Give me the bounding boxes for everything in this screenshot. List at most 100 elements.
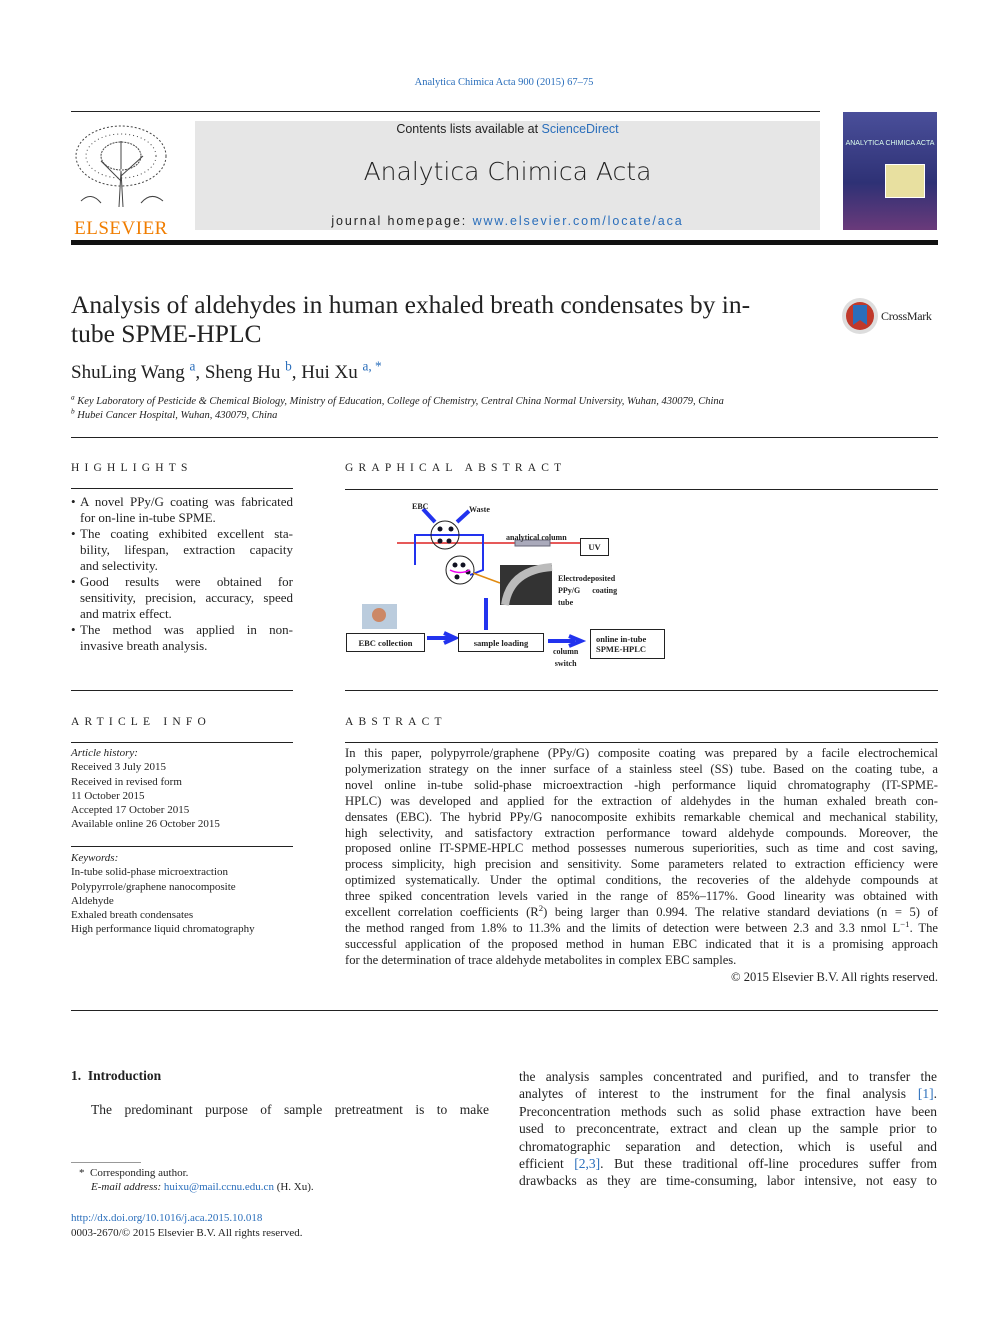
text-segment: proposed online IT-SPME-HPLC method poss… — [345, 841, 938, 856]
text-segment: excellent correlation coefficients (R — [345, 905, 539, 920]
text-line: polymerization strategy on the inner sur… — [345, 762, 938, 778]
text-segment: . But these traditional off-line procedu… — [600, 1156, 937, 1172]
highlight-line: bility, lifespan, extraction capacity — [80, 542, 293, 557]
divider — [71, 690, 293, 691]
text-line: efficient [2,3]. But these traditional o… — [519, 1155, 937, 1172]
text-segment: densates (EBC). The hybrid PPy/G nanocom… — [345, 809, 938, 824]
highlight-item: The coating exhibited excellent sta-bili… — [71, 526, 293, 574]
text-line: three spiked concentration levels varied… — [345, 889, 938, 905]
online-spme-hplc-box: online in-tube SPME-HPLC — [590, 629, 665, 659]
keywords-label: Keywords: — [71, 852, 119, 864]
graphical-abstract-heading: GRAPHICAL ABSTRACT — [345, 462, 567, 474]
text-segment: drawbacks as they are time-consuming, la… — [519, 1173, 937, 1189]
text-segment: three spiked concentration levels varied… — [345, 889, 938, 904]
highlight-line: and matrix effect. — [80, 606, 172, 621]
text-line: chromatographic separation and detection… — [519, 1138, 937, 1155]
contents-prefix: Contents lists available at — [396, 122, 542, 136]
contents-line: Contents lists available at ScienceDirec… — [195, 122, 820, 136]
text-line: successful application of the proposed m… — [345, 937, 938, 953]
keywords: Keywords: In-tube solid-phase microextra… — [71, 851, 255, 937]
affiliation-marker: b — [71, 406, 75, 416]
divider — [345, 690, 938, 691]
elsevier-wordmark: ELSEVIER — [74, 218, 168, 239]
keyword: Exhaled breath condensates — [71, 909, 194, 922]
title-line: Analysis of aldehydes in human exhaled b… — [71, 290, 751, 319]
highlight-line: A novel PPy/G coating was fabricated — [80, 494, 293, 509]
intro-paragraph-right: the analysis samples concentrated and pu… — [519, 1068, 937, 1190]
text-segment: high selectivity, and satisfactory extra… — [345, 825, 938, 840]
text-line: Preconcentration methods such as solid p… — [519, 1103, 937, 1120]
sciencedirect-link[interactable]: ScienceDirect — [542, 122, 619, 136]
highlight-line: for on-line in-tube SPME. — [80, 510, 216, 525]
text-line: analytes of interest to the instrument f… — [519, 1085, 937, 1102]
history-item: Received in revised form — [71, 775, 182, 788]
doi-link[interactable]: http://dx.doi.org/10.1016/j.aca.2015.10.… — [71, 1211, 262, 1225]
affiliation-text: Key Laboratory of Pesticide & Chemical B… — [77, 396, 724, 407]
text-line: the method ranged from 1.8% to 11.3% and… — [345, 918, 938, 937]
email-link[interactable]: huixu@mail.ccnu.edu.cn — [164, 1181, 274, 1193]
text-segment: ) being larger than 0.994. The relative … — [543, 905, 938, 920]
elsevier-tree-icon — [71, 121, 171, 209]
keyword: High performance liquid chromatography — [71, 923, 255, 936]
citation-link[interactable]: [2,3] — [574, 1156, 600, 1171]
text-segment: novel online in-tube solid-phase microex… — [345, 777, 938, 792]
label-ebc: EBC — [412, 502, 429, 511]
cover-graphic — [885, 164, 925, 198]
highlight-line: The coating exhibited excellent sta- — [80, 526, 293, 541]
journal-reference[interactable]: Analytica Chimica Acta 900 (2015) 67–75 — [0, 77, 992, 88]
text-segment: process simplicity, high precision and s… — [345, 857, 938, 872]
history-item: Available online 26 October 2015 — [71, 818, 220, 831]
citation-link[interactable]: [1] — [918, 1086, 934, 1101]
author-affiliation[interactable]: a — [189, 359, 195, 374]
homepage-link[interactable]: www.elsevier.com/locate/aca — [473, 214, 684, 228]
author[interactable]: Hui Xu — [301, 362, 357, 383]
author[interactable]: ShuLing Wang — [71, 362, 185, 383]
footnote: * Corresponding author. E-mail address: … — [79, 1167, 314, 1194]
text-segment: Preconcentration methods such as solid p… — [519, 1103, 937, 1119]
text-line: proposed online IT-SPME-HPLC method poss… — [345, 841, 938, 857]
divider — [71, 437, 938, 438]
abstract-text: In this paper, polypyrrole/graphene (PPy… — [345, 746, 938, 969]
highlight-line: sensitivity, precision, accuracy, speed — [80, 590, 293, 605]
label-waste: Waste — [469, 505, 490, 514]
article-title: Analysis of aldehydes in human exhaled b… — [71, 290, 750, 348]
text-segment: the analysis samples concentrated and pu… — [519, 1069, 937, 1084]
affiliation: a Key Laboratory of Pesticide & Chemical… — [71, 393, 724, 409]
crossmark-icon — [842, 298, 878, 334]
text-segment: efficient — [519, 1156, 575, 1172]
history-item: Accepted 17 October 2015 — [71, 804, 190, 817]
text-line: densates (EBC). The hybrid PPy/G nanocom… — [345, 810, 938, 826]
label-coating-tube: Electrodeposited PPy/G coating tube — [558, 574, 618, 607]
text-segment: HPLC) was developed and applied for the … — [345, 793, 938, 808]
text-line: used to preconcentrate, extract and clea… — [519, 1120, 937, 1137]
affiliation: b Hubei Cancer Hospital, Wuhan, 430079, … — [71, 406, 724, 423]
text-line: the analysis samples concentrated and pu… — [519, 1068, 937, 1085]
affiliation-text: Hubei Cancer Hospital, Wuhan, 430079, Ch… — [77, 410, 278, 421]
journal-header-box: Contents lists available at ScienceDirec… — [195, 121, 820, 230]
text-line: process simplicity, high precision and s… — [345, 857, 938, 873]
author[interactable]: Sheng Hu — [205, 362, 280, 383]
email-label: E-mail address: — [91, 1181, 164, 1194]
author-affiliation[interactable]: b — [285, 359, 292, 374]
arrow-right-icon — [427, 631, 460, 645]
ebc-collection-box: EBC collection — [346, 633, 425, 652]
text-line: novel online in-tube solid-phase microex… — [345, 778, 938, 794]
keyword: Polypyrrole/graphene nanocomposite — [71, 880, 236, 893]
article-page: Analytica Chimica Acta 900 (2015) 67–75 … — [0, 0, 992, 1323]
text-segment: chromatographic separation and detection… — [519, 1138, 937, 1154]
author-affiliation[interactable]: a, * — [362, 359, 381, 374]
intro-heading: 1. Introduction — [71, 1068, 162, 1083]
history-label: Article history: — [71, 747, 138, 759]
divider — [71, 846, 293, 847]
issn-copyright: 0003-2670/© 2015 Elsevier B.V. All right… — [71, 1227, 303, 1239]
highlight-item: Good results were obtained forsensitivit… — [71, 574, 293, 622]
abstract-copyright: © 2015 Elsevier B.V. All rights reserved… — [731, 970, 938, 984]
keyword: In-tube solid-phase microextraction — [71, 866, 229, 879]
divider — [71, 742, 293, 743]
highlight-item: A novel PPy/G coating was fabricatedfor … — [71, 494, 293, 526]
crossmark-button[interactable]: CrossMark — [841, 297, 932, 335]
label-analytical-column: analytical column — [506, 533, 567, 542]
superscript: −1 — [900, 918, 910, 929]
sample-loading-box: sample loading — [458, 633, 544, 652]
crossmark-label: CrossMark — [881, 308, 932, 323]
